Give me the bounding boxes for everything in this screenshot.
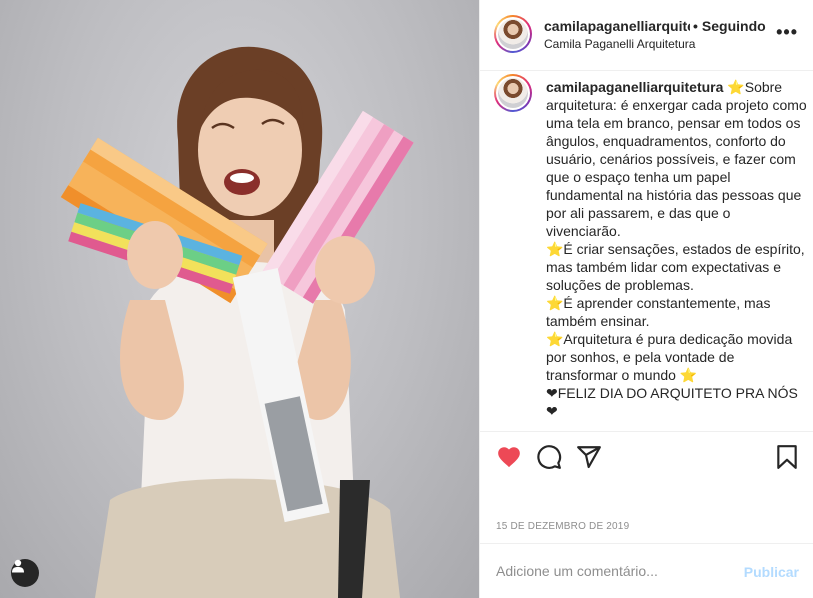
- author-avatar[interactable]: [494, 15, 532, 53]
- comment-input[interactable]: [496, 563, 716, 579]
- post-side-panel: camilapaganelliarquite• Seguindo Camila P…: [479, 0, 813, 598]
- comment-box: Publicar: [480, 543, 813, 598]
- author-location[interactable]: Camila Paganelli Arquitetura: [544, 37, 695, 51]
- caption-avatar[interactable]: [494, 74, 532, 112]
- author-username-link[interactable]: camilapaganelliarquite: [544, 18, 690, 34]
- more-options-icon[interactable]: •••: [776, 22, 798, 42]
- heart-filled-icon[interactable]: [496, 444, 522, 470]
- paper-plane-icon[interactable]: [576, 444, 602, 470]
- post-comment-button[interactable]: Publicar: [744, 564, 799, 580]
- author-line: camilapaganelliarquite• Seguindo: [544, 18, 766, 34]
- post-date[interactable]: 15 de dezembro de 2019: [496, 521, 629, 532]
- bookmark-icon[interactable]: [774, 444, 800, 470]
- action-bar: [480, 431, 813, 481]
- post-caption: camilapaganelliarquitetura ⭐Sobre arquit…: [546, 78, 808, 420]
- photo-illustration: [60, 46, 414, 598]
- post-header: camilapaganelliarquite• Seguindo Camila P…: [480, 0, 813, 71]
- separator-dot: •: [693, 18, 698, 34]
- caption-text: ⭐Sobre arquitetura: é enxergar cada proj…: [546, 79, 807, 419]
- comment-bubble-icon[interactable]: [536, 444, 562, 470]
- post-photo[interactable]: [0, 0, 479, 598]
- user-silhouette-icon: [12, 559, 24, 573]
- following-button[interactable]: Seguindo: [702, 18, 766, 34]
- user-tag-button[interactable]: [11, 559, 39, 587]
- caption-area: camilapaganelliarquitetura ⭐Sobre arquit…: [480, 71, 813, 431]
- caption-username-link[interactable]: camilapaganelliarquitetura: [546, 79, 723, 95]
